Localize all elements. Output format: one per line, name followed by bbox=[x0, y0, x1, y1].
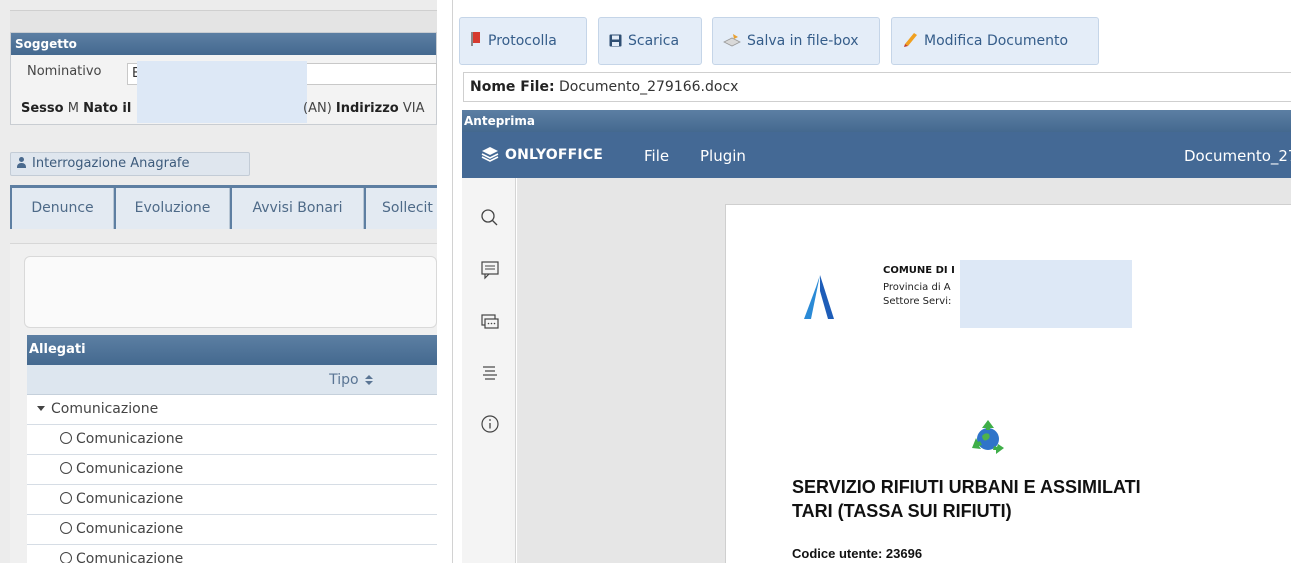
list-item-label: Comunicazione bbox=[76, 431, 184, 447]
redaction-block bbox=[137, 61, 307, 123]
panel-divider[interactable] bbox=[437, 0, 455, 563]
settore-text: Settore Servi: bbox=[883, 296, 952, 307]
save-to-box-icon bbox=[723, 20, 741, 66]
document-page[interactable]: COMUNE DI I Provincia di A Settore Servi… bbox=[725, 204, 1291, 563]
nominativo-label: Nominativo bbox=[27, 64, 102, 79]
tree-group-comunicazione[interactable]: Comunicazione bbox=[27, 395, 437, 425]
list-item[interactable]: Comunicazione bbox=[27, 425, 437, 455]
modifica-label: Modifica Documento bbox=[924, 33, 1069, 49]
redaction-block bbox=[960, 260, 1132, 328]
info-icon[interactable] bbox=[480, 414, 500, 434]
comment-icon[interactable] bbox=[480, 260, 500, 280]
comune-name: COMUNE DI I bbox=[883, 265, 955, 276]
circle-icon bbox=[60, 462, 72, 474]
soggetto-panel: Soggetto Nominativo B Sesso M Nato il (A… bbox=[10, 32, 437, 125]
list-item[interactable]: Comunicazione bbox=[27, 545, 437, 563]
indirizzo-row: (AN) Indirizzo VIA bbox=[303, 101, 424, 116]
top-strip bbox=[10, 10, 437, 34]
circle-icon bbox=[60, 522, 72, 534]
chat-icon[interactable] bbox=[480, 312, 500, 332]
document-title: Documento_27 bbox=[1184, 147, 1291, 165]
list-item-label: Comunicazione bbox=[76, 551, 184, 563]
right-panel: Protocolla Scarica Salva in file-box Mod… bbox=[455, 0, 1291, 563]
provincia-text: Provincia di A bbox=[883, 282, 951, 293]
tree-group-label: Comunicazione bbox=[51, 401, 159, 417]
menu-plugin[interactable]: Plugin bbox=[700, 147, 746, 165]
circle-icon bbox=[60, 552, 72, 563]
onlyoffice-logo: ONLYOFFICE bbox=[481, 146, 603, 166]
column-tipo[interactable]: Tipo bbox=[27, 365, 437, 395]
modifica-documento-button[interactable]: Modifica Documento bbox=[891, 17, 1099, 65]
caret-down-icon bbox=[37, 406, 45, 411]
servizio-title-line1: SERVIZIO RIFIUTI URBANI E ASSIMILATI bbox=[792, 477, 1141, 497]
servizio-title-line2: TARI (TASSA SUI RIFIUTI) bbox=[792, 501, 1012, 521]
salva-file-box-button[interactable]: Salva in file-box bbox=[712, 17, 880, 65]
anteprima-header: Anteprima bbox=[462, 110, 1291, 132]
list-item-label: Comunicazione bbox=[76, 521, 184, 537]
servizio-title: SERVIZIO RIFIUTI URBANI E ASSIMILATI TAR… bbox=[792, 475, 1141, 523]
list-item[interactable]: Comunicazione bbox=[27, 515, 437, 545]
protocolla-label: Protocolla bbox=[488, 33, 557, 49]
nome-file-field: Nome File: Documento_279166.docx bbox=[463, 72, 1291, 102]
circle-icon bbox=[60, 432, 72, 444]
codice-utente: Codice utente: 23696 bbox=[792, 546, 923, 561]
onlyoffice-toolbar: ONLYOFFICE File Plugin Documento_27 bbox=[462, 132, 1291, 178]
app-root: Soggetto Nominativo B Sesso M Nato il (A… bbox=[0, 0, 1291, 563]
tab-label: Avvisi Bonari bbox=[252, 200, 343, 216]
nome-file-label: Nome File: bbox=[470, 79, 555, 95]
interrogazione-label: Interrogazione Anagrafe bbox=[32, 156, 190, 171]
tab-solleciti[interactable]: Sollecit bbox=[366, 188, 437, 229]
recycle-globe-icon bbox=[968, 418, 1008, 462]
sesso-row: Sesso M Nato il bbox=[21, 101, 131, 116]
soggetto-header: Soggetto bbox=[11, 33, 436, 55]
search-icon[interactable] bbox=[480, 208, 500, 228]
scarica-button[interactable]: Scarica bbox=[598, 17, 702, 65]
tab-label: Evoluzione bbox=[134, 200, 211, 216]
tab-avvisi-bonari[interactable]: Avvisi Bonari bbox=[232, 188, 364, 229]
comune-logo bbox=[804, 275, 834, 323]
interrogazione-anagrafe-button[interactable]: Interrogazione Anagrafe bbox=[10, 152, 250, 176]
headings-icon[interactable] bbox=[480, 362, 500, 382]
onlyoffice-layers-icon bbox=[481, 146, 499, 166]
tab-bar: Denunce Evoluzione Avvisi Bonari Solleci… bbox=[10, 185, 437, 229]
indirizzo-label: Indirizzo bbox=[335, 101, 399, 116]
tab-evoluzione[interactable]: Evoluzione bbox=[116, 188, 230, 229]
protocolla-button[interactable]: Protocolla bbox=[459, 17, 587, 65]
list-item[interactable]: Comunicazione bbox=[27, 455, 437, 485]
indirizzo-value: VIA bbox=[402, 101, 425, 116]
user-icon bbox=[17, 157, 26, 168]
list-item-label: Comunicazione bbox=[76, 491, 184, 507]
sesso-label: Sesso bbox=[21, 101, 64, 116]
flag-icon bbox=[470, 20, 482, 66]
circle-icon bbox=[60, 492, 72, 504]
sort-icon bbox=[365, 375, 373, 385]
nome-file-value: Documento_279166.docx bbox=[559, 79, 739, 95]
tab-label: Sollecit bbox=[382, 200, 433, 216]
onlyoffice-logo-text: ONLYOFFICE bbox=[505, 147, 604, 163]
floppy-icon bbox=[609, 20, 622, 66]
allegati-panel: Allegati Tipo Comunicazione Comunicazion… bbox=[27, 335, 437, 563]
left-panel: Soggetto Nominativo B Sesso M Nato il (A… bbox=[0, 0, 437, 563]
empty-card bbox=[24, 256, 437, 328]
menu-file[interactable]: File bbox=[644, 147, 669, 165]
salva-label: Salva in file-box bbox=[747, 33, 859, 49]
tab-denunce[interactable]: Denunce bbox=[12, 188, 114, 229]
provincia-value: (AN) bbox=[303, 101, 332, 116]
onlyoffice-sidebar bbox=[462, 178, 516, 563]
column-tipo-label: Tipo bbox=[329, 372, 359, 388]
allegati-header: Allegati bbox=[27, 335, 437, 365]
sesso-value: M bbox=[67, 101, 79, 116]
nato-label: Nato il bbox=[83, 101, 132, 116]
tab-label: Denunce bbox=[31, 200, 94, 216]
scarica-label: Scarica bbox=[628, 33, 680, 49]
list-item-label: Comunicazione bbox=[76, 461, 184, 477]
list-item[interactable]: Comunicazione bbox=[27, 485, 437, 515]
pencil-icon bbox=[902, 20, 918, 66]
